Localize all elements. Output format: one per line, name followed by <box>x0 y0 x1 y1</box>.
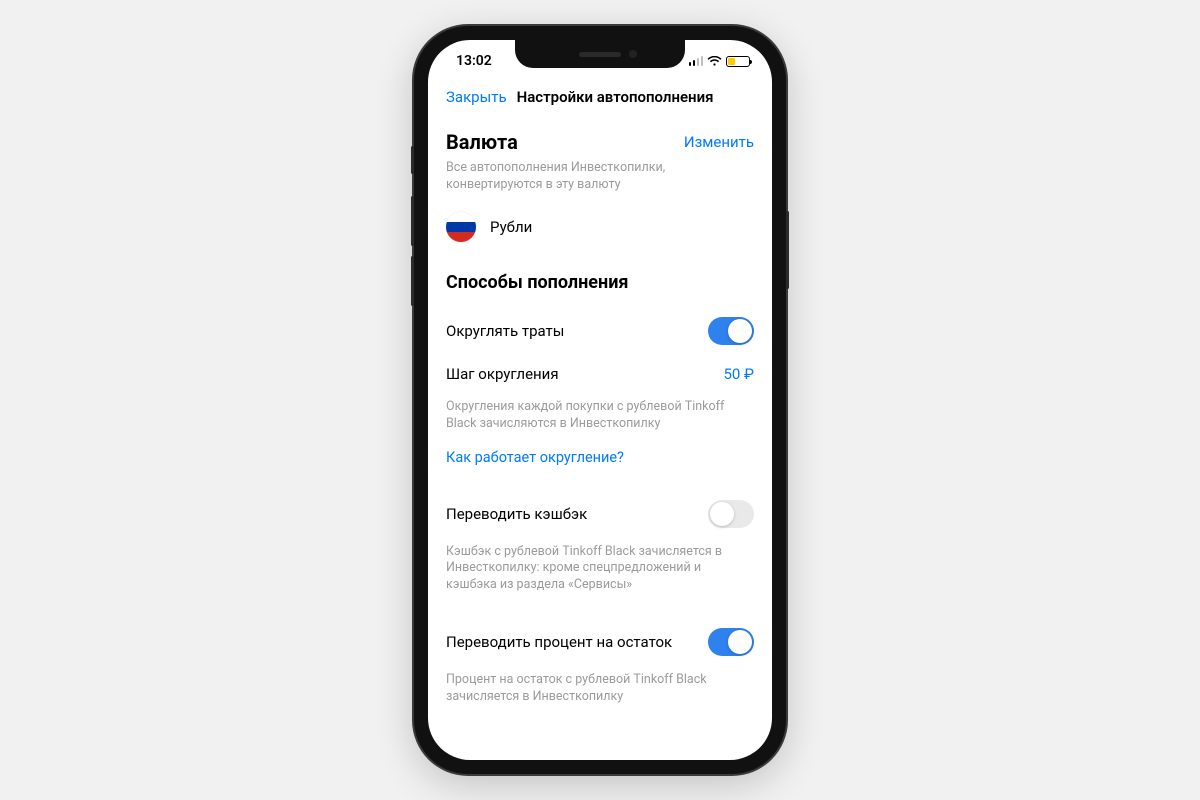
rounding-toggle[interactable] <box>708 317 754 345</box>
rounding-label: Округлять траты <box>446 322 564 340</box>
wifi-icon <box>707 56 722 67</box>
rounding-step-label: Шаг округления <box>446 365 559 383</box>
phone-frame: 13:02 Закрыть Настройки автопополнения В… <box>414 26 786 774</box>
currency-row[interactable]: Рубли <box>446 212 754 242</box>
rounding-step-row[interactable]: Шаг округления 50 ₽ <box>446 355 754 393</box>
flag-russia-icon <box>446 212 476 242</box>
interest-toggle[interactable] <box>708 628 754 656</box>
rounding-description: Округления каждой покупки с рублевой Tin… <box>446 399 754 433</box>
page-title: Настройки автопополнения <box>517 88 714 106</box>
currency-description: Все автопополнения Инвесткопилки, конвер… <box>446 160 754 194</box>
content: Валюта Изменить Все автопополнения Инвес… <box>428 116 772 756</box>
interest-description: Процент на остаток с рублевой Tinkoff Bl… <box>446 672 754 706</box>
currency-section-title: Валюта <box>446 130 518 154</box>
rounding-help-link[interactable]: Как работает округление? <box>446 449 754 466</box>
signal-icon <box>689 56 704 66</box>
status-icons <box>689 56 751 67</box>
methods-section-title: Способы пополнения <box>446 272 754 293</box>
interest-label: Переводить процент на остаток <box>446 633 672 651</box>
volume-down-button <box>411 256 414 306</box>
cashback-toggle[interactable] <box>708 500 754 528</box>
nav-bar: Закрыть Настройки автопополнения <box>428 82 772 116</box>
cashback-label: Переводить кэшбэк <box>446 505 587 523</box>
currency-name: Рубли <box>490 218 532 236</box>
cashback-description: Кэшбэк с рублевой Tinkoff Black зачисляе… <box>446 544 754 595</box>
volume-up-button <box>411 196 414 246</box>
edit-currency-button[interactable]: Изменить <box>684 133 754 151</box>
notch <box>515 40 685 68</box>
rounding-step-value: 50 ₽ <box>723 365 754 383</box>
power-button <box>786 211 789 289</box>
mute-switch <box>411 146 414 174</box>
status-time: 13:02 <box>456 53 492 69</box>
close-button[interactable]: Закрыть <box>446 88 507 106</box>
interest-toggle-row: Переводить процент на остаток <box>446 618 754 666</box>
battery-icon <box>726 56 750 67</box>
rounding-toggle-row: Округлять траты <box>446 307 754 355</box>
screen: 13:02 Закрыть Настройки автопополнения В… <box>428 40 772 760</box>
cashback-toggle-row: Переводить кэшбэк <box>446 490 754 538</box>
